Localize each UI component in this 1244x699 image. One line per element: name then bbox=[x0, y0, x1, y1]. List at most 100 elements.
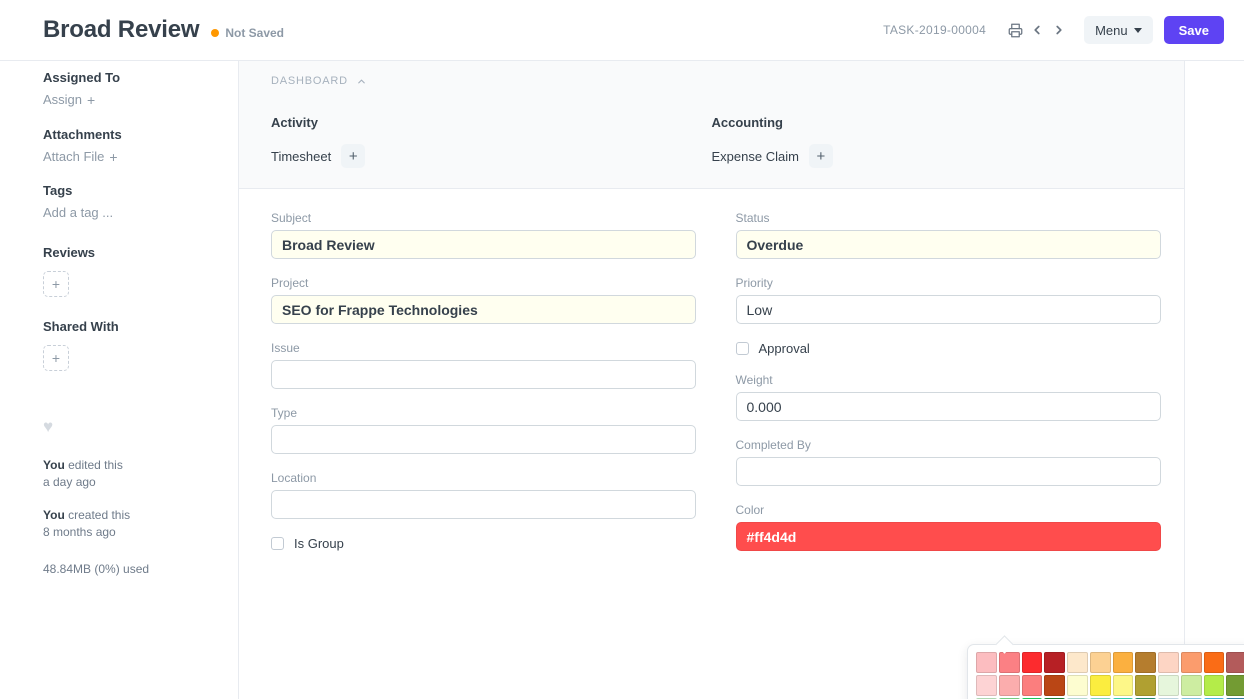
attach-file-link-label: Attach File bbox=[43, 149, 104, 164]
menu-button-label: Menu bbox=[1095, 23, 1128, 38]
dashboard-accounting-title: Accounting bbox=[712, 115, 1153, 130]
color-swatch-b72025[interactable] bbox=[1044, 652, 1065, 673]
dashboard-section-label: DASHBOARD bbox=[271, 75, 348, 87]
sidebar-section-reviews: Reviews + bbox=[43, 245, 238, 297]
dashboard-column-accounting: Accounting Expense Claim + bbox=[712, 115, 1153, 168]
type-input[interactable] bbox=[271, 425, 696, 454]
approval-checkbox[interactable] bbox=[736, 342, 749, 355]
menu-button[interactable]: Menu bbox=[1084, 16, 1153, 44]
field-label-location: Location bbox=[271, 471, 684, 485]
dashboard-activity-title: Activity bbox=[271, 115, 712, 130]
color-swatch-fb7e7e[interactable] bbox=[1022, 675, 1043, 696]
color-swatch-fa6c16[interactable] bbox=[1204, 652, 1225, 673]
color-swatch-fbadad[interactable] bbox=[999, 675, 1020, 696]
field-label-status: Status bbox=[736, 211, 1153, 225]
form-column-right: Status Overdue Priority Low Approval Wei… bbox=[712, 211, 1153, 568]
field-project: Project SEO for Frappe Technologies bbox=[271, 276, 684, 324]
plus-icon: + bbox=[87, 93, 95, 107]
unsaved-indicator: Not Saved bbox=[211, 26, 284, 40]
field-weight: Weight 0.000 bbox=[736, 373, 1153, 421]
body-area: Assigned To Assign + Attachments Attach … bbox=[0, 61, 1244, 699]
field-label-subject: Subject bbox=[271, 211, 684, 225]
field-completed-by: Completed By bbox=[736, 438, 1153, 486]
color-picker-popover[interactable] bbox=[967, 644, 1244, 699]
add-tag-placeholder: Add a tag ... bbox=[43, 205, 113, 220]
priority-select[interactable]: Low bbox=[736, 295, 1161, 324]
task-id-label: TASK-2019-00004 bbox=[883, 23, 986, 37]
storage-usage: 48.84MB (0%) used bbox=[43, 561, 238, 578]
color-swatch-fcd193[interactable] bbox=[1090, 652, 1111, 673]
sidebar-heading-attachments: Attachments bbox=[43, 127, 238, 142]
created-time: 8 months ago bbox=[43, 525, 116, 539]
unsaved-label: Not Saved bbox=[225, 26, 284, 40]
add-timesheet-button[interactable]: + bbox=[341, 144, 365, 168]
add-shared-with-button[interactable]: + bbox=[43, 345, 69, 371]
field-approval: Approval bbox=[736, 341, 1153, 356]
color-swatch-b0a031[interactable] bbox=[1135, 675, 1156, 696]
subject-input[interactable]: Broad Review bbox=[271, 230, 696, 259]
content-panel: DASHBOARD Activity Timesheet + bbox=[239, 61, 1185, 699]
save-button[interactable]: Save bbox=[1164, 16, 1224, 44]
color-swatch-b4ec49[interactable] bbox=[1204, 675, 1225, 696]
color-input[interactable]: #ff4d4d bbox=[736, 522, 1161, 551]
chevron-left-icon[interactable] bbox=[1026, 17, 1048, 43]
color-swatch-fbb040[interactable] bbox=[1113, 652, 1134, 673]
color-swatch-row bbox=[976, 652, 1244, 673]
sidebar-section-attachments: Attachments Attach File + bbox=[43, 127, 238, 166]
color-swatch-739b33[interactable] bbox=[1226, 675, 1244, 696]
status-select[interactable]: Overdue bbox=[736, 230, 1161, 259]
created-meta: You created this 8 months ago bbox=[43, 507, 238, 541]
edited-time: a day ago bbox=[43, 475, 96, 489]
color-swatch-b35b5b[interactable] bbox=[1226, 652, 1244, 673]
approval-label: Approval bbox=[759, 341, 810, 356]
field-issue: Issue bbox=[271, 341, 684, 389]
color-swatch-fb8084[interactable] bbox=[999, 652, 1020, 673]
location-input[interactable] bbox=[271, 490, 696, 519]
dashboard-header[interactable]: DASHBOARD bbox=[271, 75, 1152, 87]
sidebar-heading-reviews: Reviews bbox=[43, 245, 238, 260]
chevron-up-icon[interactable] bbox=[356, 76, 367, 87]
issue-input[interactable] bbox=[271, 360, 696, 389]
color-swatch-fc2b2e[interactable] bbox=[1022, 652, 1043, 673]
field-label-priority: Priority bbox=[736, 276, 1153, 290]
add-expense-claim-button[interactable]: + bbox=[809, 144, 833, 168]
color-swatch-e6f6dc[interactable] bbox=[1158, 675, 1179, 696]
assign-link[interactable]: Assign + bbox=[43, 92, 95, 107]
created-action: created this bbox=[65, 508, 130, 522]
color-swatch-ba4615[interactable] bbox=[1044, 675, 1065, 696]
weight-input[interactable]: 0.000 bbox=[736, 392, 1161, 421]
chevron-right-icon[interactable] bbox=[1048, 17, 1070, 43]
color-swatch-fdfdd0[interactable] bbox=[1067, 675, 1088, 696]
color-swatch-b57d2e[interactable] bbox=[1135, 652, 1156, 673]
form-column-left: Subject Broad Review Project SEO for Fra… bbox=[271, 211, 712, 568]
field-priority: Priority Low bbox=[736, 276, 1153, 324]
color-swatch-fdf788[interactable] bbox=[1113, 675, 1134, 696]
sidebar-heading-tags: Tags bbox=[43, 183, 238, 198]
is-group-checkbox[interactable] bbox=[271, 537, 284, 550]
add-tag-input[interactable]: Add a tag ... bbox=[43, 205, 113, 220]
color-swatch-cdeda1[interactable] bbox=[1181, 675, 1202, 696]
completed-by-input[interactable] bbox=[736, 457, 1161, 486]
print-icon[interactable] bbox=[1004, 17, 1026, 43]
timesheet-link[interactable]: Timesheet bbox=[271, 149, 331, 164]
project-input[interactable]: SEO for Frappe Technologies bbox=[271, 295, 696, 324]
sidebar-heading-assigned-to: Assigned To bbox=[43, 70, 238, 85]
color-swatch-fb9c6d[interactable] bbox=[1181, 652, 1202, 673]
field-label-project: Project bbox=[271, 276, 684, 290]
add-review-button[interactable]: + bbox=[43, 271, 69, 297]
top-bar: Broad Review Not Saved TASK-2019-00004 bbox=[0, 0, 1244, 61]
heart-icon[interactable]: ♥ bbox=[43, 418, 238, 435]
top-bar-actions: TASK-2019-00004 Menu bbox=[883, 16, 1244, 44]
is-group-label: Is Group bbox=[294, 536, 344, 551]
expense-claim-link[interactable]: Expense Claim bbox=[712, 149, 799, 164]
attach-file-link[interactable]: Attach File + bbox=[43, 149, 118, 164]
form-section: Subject Broad Review Project SEO for Fra… bbox=[239, 189, 1184, 568]
color-swatch-fcbdc0[interactable] bbox=[976, 652, 997, 673]
color-swatch-fde8cb[interactable] bbox=[1067, 652, 1088, 673]
dashboard-row-expense-claim: Expense Claim + bbox=[712, 144, 1153, 168]
color-swatch-fdd5c4[interactable] bbox=[1158, 652, 1179, 673]
color-swatch-fbed3f[interactable] bbox=[1090, 675, 1111, 696]
color-swatch-fdd3d4[interactable] bbox=[976, 675, 997, 696]
edited-meta: You edited this a day ago bbox=[43, 457, 238, 491]
field-label-completed-by: Completed By bbox=[736, 438, 1153, 452]
